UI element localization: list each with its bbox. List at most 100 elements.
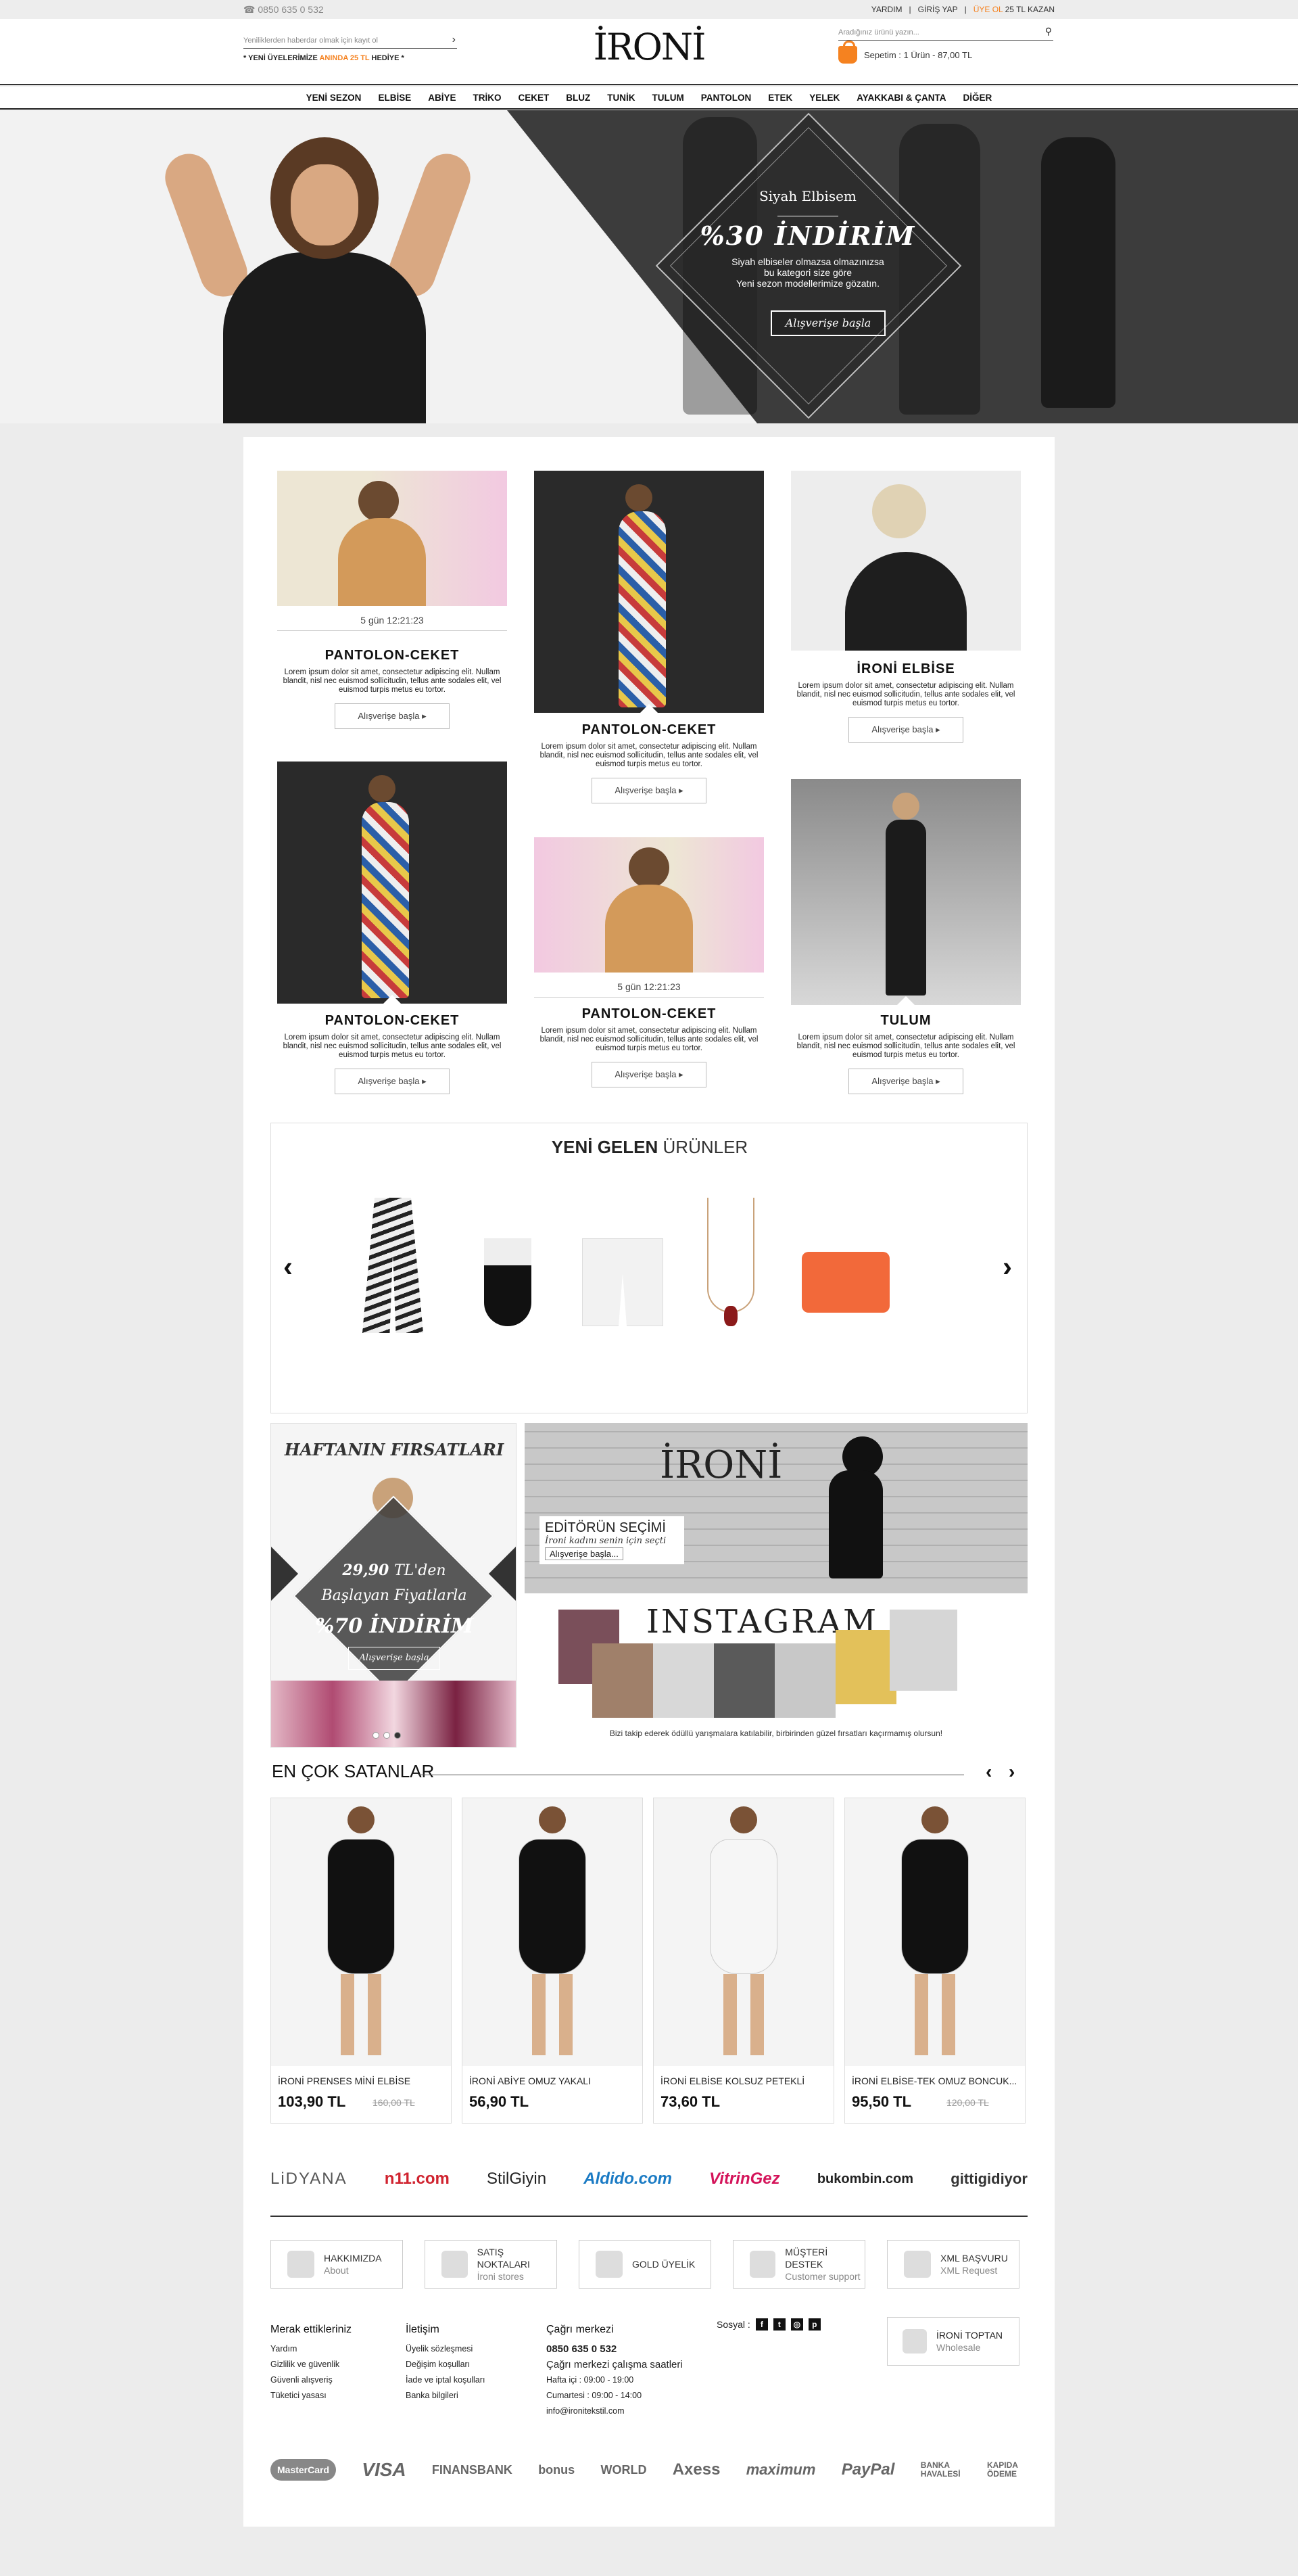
weekly-deal-banner[interactable]: HAFTANIN FIRSATLARI 29,90 TL'den Başlaya… (270, 1423, 516, 1748)
nav-item[interactable]: CEKET (518, 93, 549, 103)
product-card[interactable]: İRONİ ABİYE OMUZ YAKALI 56,90 TL (462, 1798, 643, 2124)
product-thumb[interactable] (687, 1198, 775, 1333)
footer-link[interactable]: Tüketici yasası (270, 2388, 352, 2404)
info-box[interactable]: SATIŞ NOKTALARI İroni stores (425, 2240, 557, 2289)
info-box[interactable]: HAKKIMIZDA About (270, 2240, 403, 2289)
footer-link[interactable]: Yardım (270, 2341, 352, 2357)
instagram-icon[interactable]: ◎ (790, 2318, 803, 2331)
promo-card-image[interactable] (791, 471, 1021, 651)
pinterest-icon[interactable]: p (808, 2318, 821, 2331)
promo-card-image[interactable] (277, 762, 507, 1004)
carousel-dot[interactable] (383, 1732, 390, 1739)
twitter-icon[interactable]: t (773, 2318, 786, 2331)
footer-link[interactable]: İade ve iptal koşulları (406, 2372, 485, 2388)
facebook-icon[interactable]: f (755, 2318, 768, 2331)
chevron-left-icon[interactable]: ‹ (283, 1250, 293, 1283)
promo-card-image[interactable] (534, 471, 764, 713)
info-box[interactable]: GOLD ÜYELİK (579, 2240, 711, 2289)
promo-card-button[interactable]: Alışverişe başla ▸ (848, 717, 963, 743)
shopping-bag-icon[interactable] (838, 41, 857, 64)
chevron-right-icon[interactable]: › (1003, 1250, 1012, 1283)
promo-card-button[interactable]: Alışverişe başla ▸ (848, 1069, 963, 1094)
help-link[interactable]: YARDIM (871, 5, 903, 14)
info-box[interactable]: XML BAŞVURU XML Request (887, 2240, 1019, 2289)
carousel-dots[interactable] (372, 1732, 401, 1739)
instagram-photo[interactable] (714, 1643, 775, 1718)
brand-logo[interactable]: n11.com (385, 2170, 450, 2188)
product-name[interactable]: İRONİ ELBİSE KOLSUZ PETEKLİ (660, 2076, 804, 2086)
login-link[interactable]: GİRİŞ YAP (918, 5, 958, 14)
promo-card-image[interactable] (534, 837, 764, 973)
promo-card-image[interactable] (277, 471, 507, 606)
nav-item[interactable]: TULUM (652, 93, 683, 103)
instagram-photo[interactable] (775, 1643, 836, 1718)
chevron-left-icon[interactable]: ‹ (986, 1761, 992, 1783)
promo-card-button[interactable]: Alışverişe başla ▸ (335, 703, 450, 729)
nav-item[interactable]: TRİKO (473, 93, 501, 103)
footer-link[interactable]: Güvenli alışveriş (270, 2372, 352, 2388)
product-image[interactable] (654, 1798, 834, 2066)
nav-item[interactable]: DİĞER (963, 93, 992, 103)
wholesale-box[interactable]: İRONİ TOPTAN Wholesale (887, 2317, 1019, 2366)
nav-item[interactable]: YENİ SEZON (306, 93, 362, 103)
chevron-right-icon[interactable]: › (1009, 1761, 1015, 1783)
editor-shop-button[interactable]: Alışverişe başla... (545, 1547, 623, 1560)
promo-card-button[interactable]: Alışverişe başla ▸ (592, 778, 706, 803)
product-thumb[interactable] (349, 1198, 437, 1333)
promo-card-button[interactable]: Alışverişe başla ▸ (335, 1069, 450, 1094)
nav-item[interactable]: AYAKKABI & ÇANTA (857, 93, 946, 103)
nav-item[interactable]: PANTOLON (701, 93, 752, 103)
brand-logo[interactable]: bukombin.com (817, 2172, 913, 2187)
footer-link[interactable]: Banka bilgileri (406, 2388, 485, 2404)
instagram-photo[interactable] (653, 1643, 714, 1718)
brand-logo[interactable]: Aldido.com (583, 2170, 672, 2188)
chevron-left-icon[interactable] (271, 1547, 298, 1601)
brand-logo[interactable]: VitrinGez (709, 2170, 779, 2188)
cart-summary[interactable]: Sepetim : 1 Ürün - 87,00 TL (838, 41, 972, 65)
brand-logo[interactable]: gittigidiyor (951, 2170, 1028, 2188)
nav-item[interactable]: ABİYE (428, 93, 456, 103)
carousel-dot[interactable] (394, 1732, 401, 1739)
footer-link[interactable]: Değişim koşulları (406, 2357, 485, 2372)
footer-link[interactable]: Üyelik sözleşmesi (406, 2341, 485, 2357)
brand-logo[interactable]: StilGiyin (487, 2170, 546, 2188)
brand-logo[interactable]: LiDYANA (270, 2170, 347, 2188)
nav-item[interactable]: ETEK (768, 93, 792, 103)
editors-choice-banner[interactable]: İRONİ EDİTÖRÜN SEÇİMİ İroni kadını senin… (525, 1423, 1028, 1593)
instagram-photo[interactable] (890, 1610, 957, 1691)
product-image[interactable] (271, 1798, 451, 2066)
info-box[interactable]: MÜŞTERİ DESTEK Customer support (733, 2240, 865, 2289)
product-image[interactable] (845, 1798, 1025, 2066)
promo-card-image[interactable] (791, 779, 1021, 1005)
cart-text[interactable]: Sepetim : 1 Ürün - 87,00 TL (864, 50, 972, 60)
hero-shop-button[interactable]: Alışverişe başla (771, 310, 886, 336)
chevron-right-icon[interactable]: › (452, 34, 456, 46)
search-input[interactable]: Aradığınız ürünü yazın... ⚲ (838, 26, 1053, 41)
footer-link[interactable]: Gizlilik ve güvenlik (270, 2357, 352, 2372)
register-link[interactable]: ÜYE OL (974, 5, 1003, 14)
product-name[interactable]: İRONİ ELBİSE-TEK OMUZ BONCUK... (852, 2076, 1017, 2086)
newsletter-input[interactable]: Yeniliklerden haberdar olmak için kayıt … (243, 32, 457, 49)
product-card[interactable]: İRONİ ELBİSE-TEK OMUZ BONCUK... 95,50 TL 1… (844, 1798, 1026, 2124)
hero-banner[interactable]: Siyah Elbisem %30 İNDİRİM Siyah elbisele… (0, 110, 1298, 423)
chevron-right-icon[interactable] (489, 1547, 516, 1601)
site-logo[interactable]: İRONİ (592, 27, 706, 68)
product-card[interactable]: İRONİ PRENSES MİNİ ELBİSE 103,90 TL 160,00… (270, 1798, 452, 2124)
product-thumb[interactable] (464, 1198, 552, 1333)
footer-email[interactable]: info@ironitekstil.com (546, 2404, 683, 2419)
nav-item[interactable]: BLUZ (566, 93, 590, 103)
promo-card-button[interactable]: Alışverişe başla ▸ (592, 1062, 706, 1087)
deal-shop-button[interactable]: Alışverişe başla (348, 1647, 440, 1670)
nav-item[interactable]: YELEK (809, 93, 840, 103)
product-name[interactable]: İRONİ PRENSES MİNİ ELBİSE (278, 2076, 410, 2086)
product-name[interactable]: İRONİ ABİYE OMUZ YAKALI (469, 2076, 591, 2086)
instagram-photo[interactable] (592, 1643, 653, 1718)
search-icon[interactable]: ⚲ (1045, 26, 1052, 37)
product-card[interactable]: İRONİ ELBİSE KOLSUZ PETEKLİ 73,60 TL (653, 1798, 834, 2124)
nav-item[interactable]: TUNİK (607, 93, 635, 103)
product-image[interactable] (462, 1798, 642, 2066)
product-thumb[interactable] (575, 1198, 663, 1333)
nav-item[interactable]: ELBİSE (378, 93, 411, 103)
carousel-dot[interactable] (372, 1732, 379, 1739)
instagram-photo[interactable] (836, 1630, 896, 1704)
